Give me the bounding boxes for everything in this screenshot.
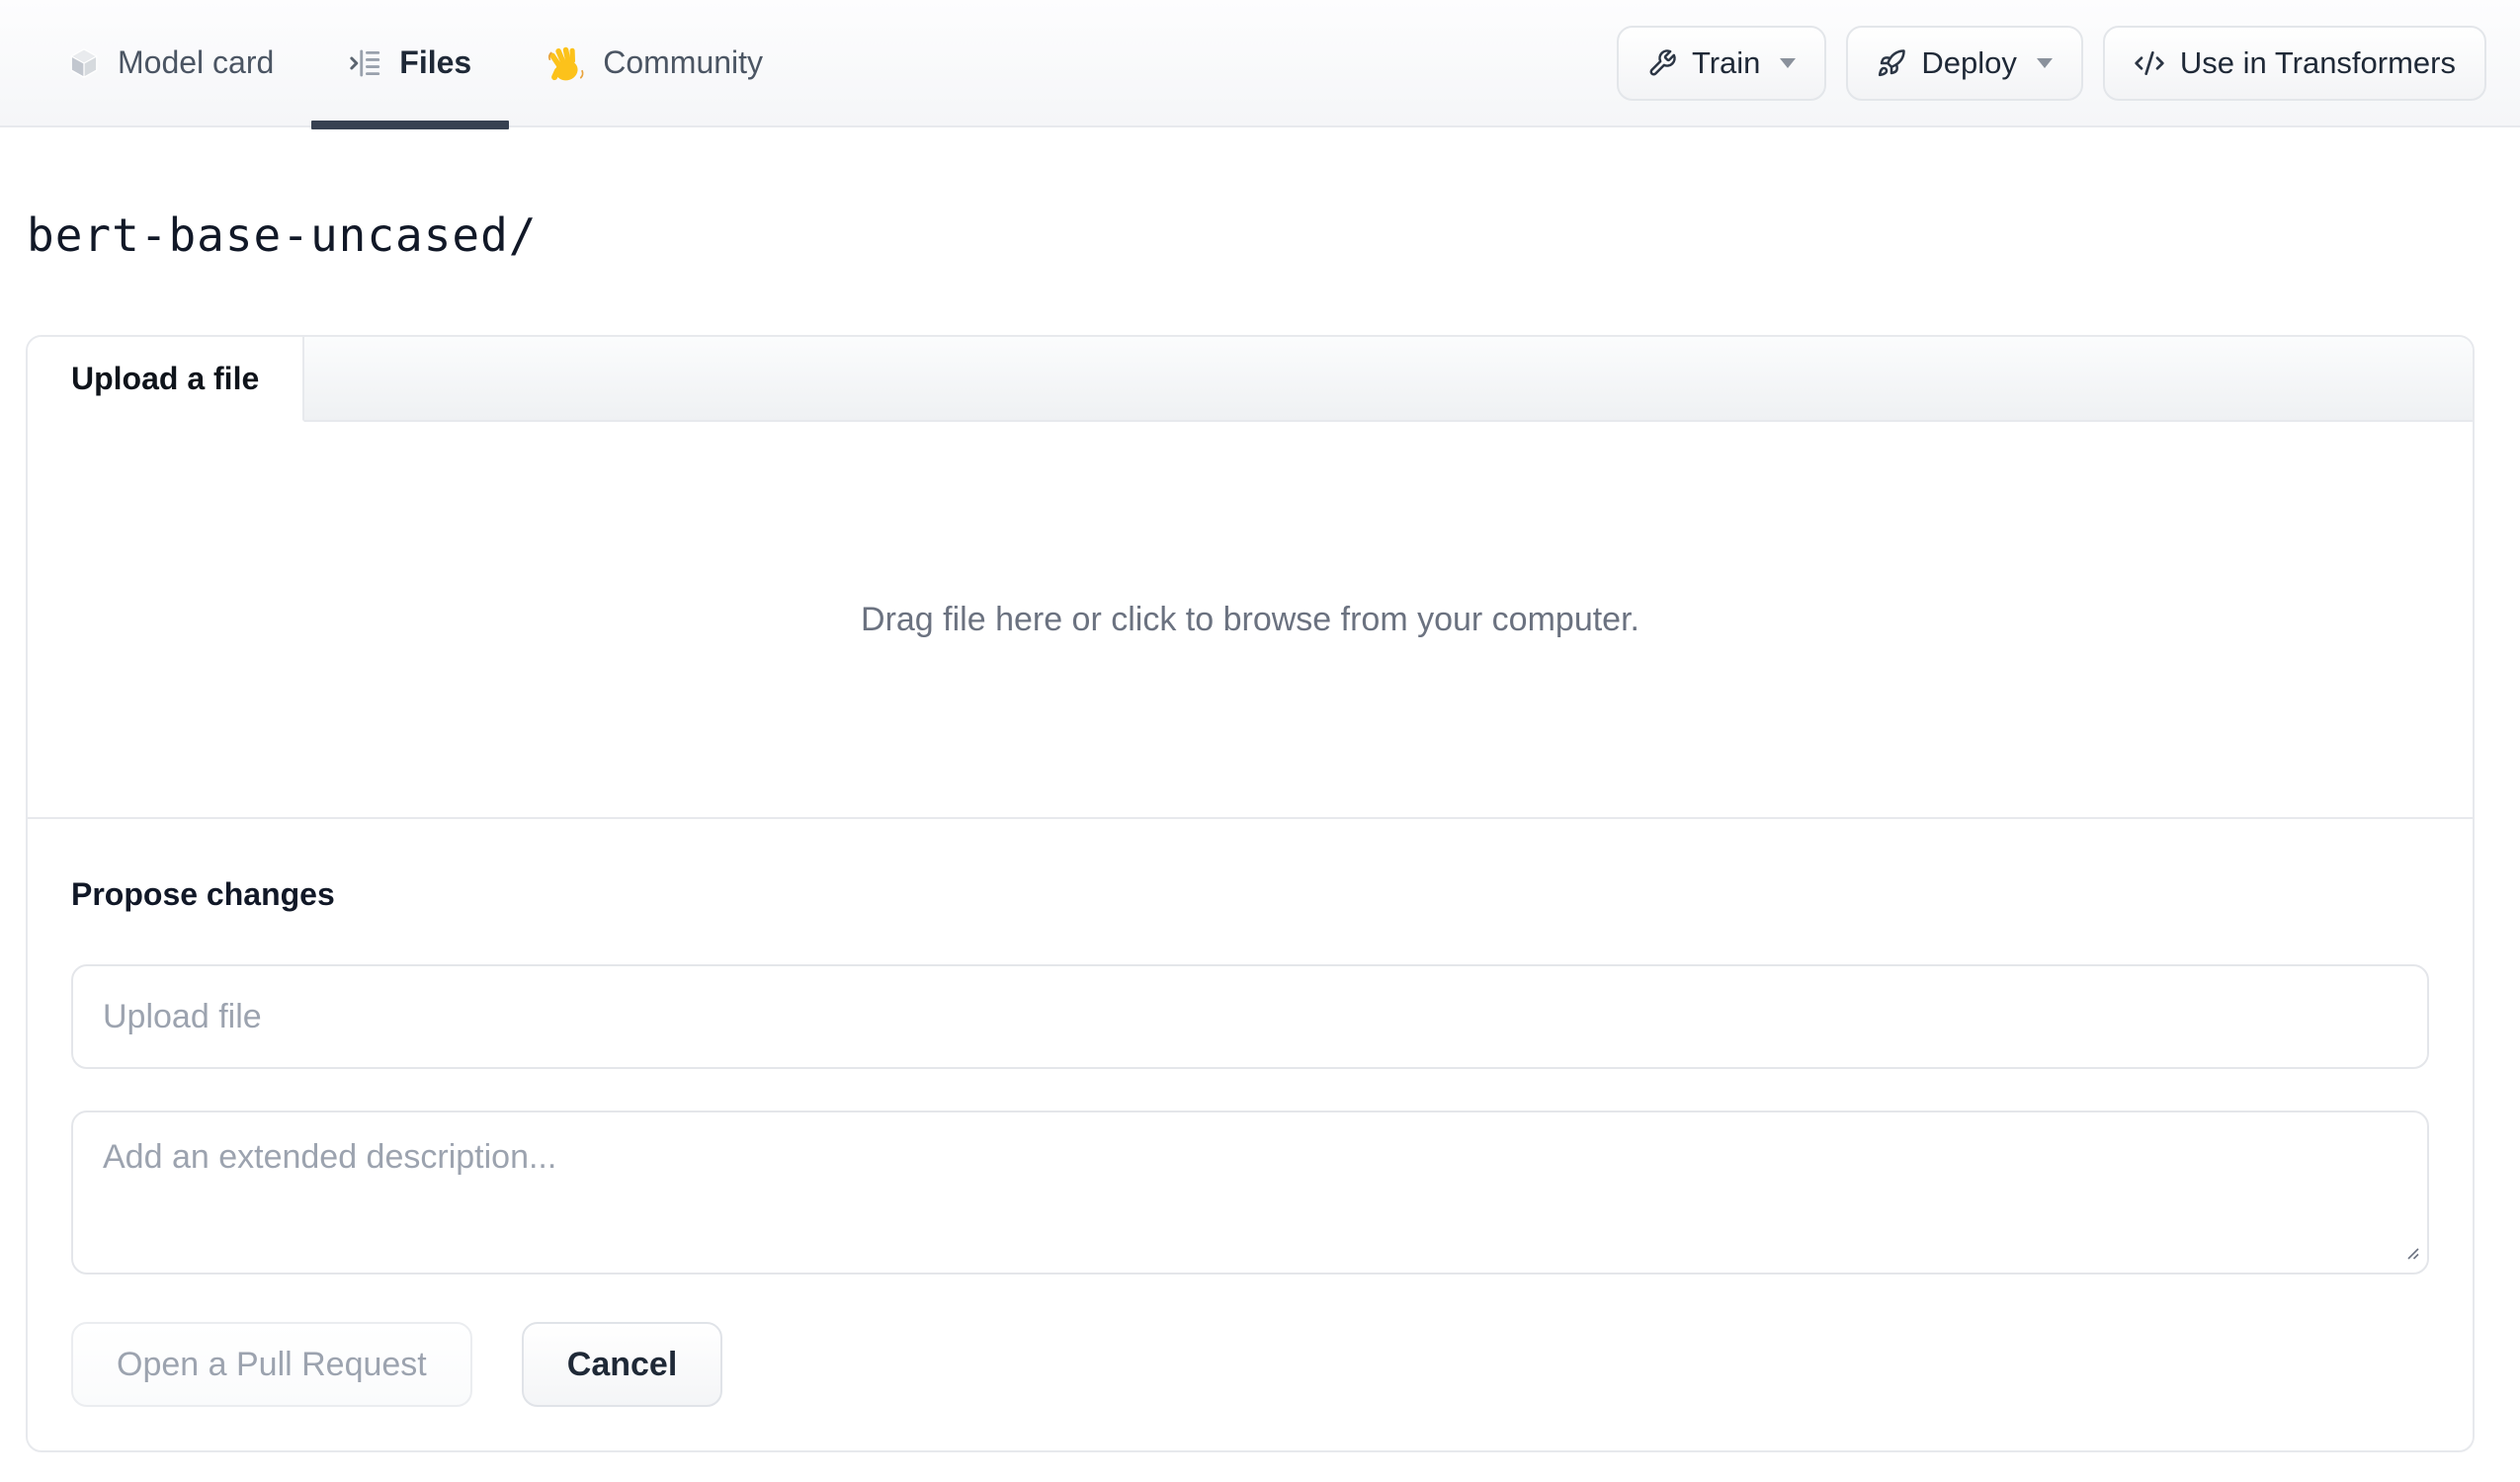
wrench-icon xyxy=(1647,48,1677,78)
train-button-label: Train xyxy=(1691,44,1761,80)
dropzone-text: Drag file here or click to browse from y… xyxy=(861,600,1639,638)
rocket-icon xyxy=(1877,48,1906,78)
propose-actions: Open a Pull Request Cancel xyxy=(71,1322,2429,1407)
textarea-resize-handle[interactable] xyxy=(2401,1242,2421,1267)
tab-model-card[interactable]: Model card xyxy=(30,0,311,125)
active-tab-underline xyxy=(311,121,510,129)
cube-icon xyxy=(67,46,101,80)
propose-changes-heading: Propose changes xyxy=(71,876,335,912)
description-field-wrapper xyxy=(71,1111,2429,1275)
tab-model-card-label: Model card xyxy=(118,44,275,80)
tab-community[interactable]: Community xyxy=(509,0,800,125)
deploy-button[interactable]: Deploy xyxy=(1846,25,2083,101)
header-actions: Train Deploy Use in Transformers xyxy=(1616,0,2486,125)
tab-files[interactable]: Files xyxy=(311,0,510,129)
repo-tabs: Model card Files Community xyxy=(30,0,800,129)
chevron-down-icon xyxy=(2036,57,2053,68)
use-in-transformers-button[interactable]: Use in Transformers xyxy=(2102,25,2486,101)
waving-hand-icon xyxy=(546,43,586,83)
file-versions-icon xyxy=(349,46,382,80)
code-icon xyxy=(2134,47,2165,79)
deploy-button-label: Deploy xyxy=(1921,44,2017,80)
cancel-button[interactable]: Cancel xyxy=(521,1322,723,1407)
open-pull-request-button[interactable]: Open a Pull Request xyxy=(71,1322,472,1407)
upload-card: Upload a file Drag file here or click to… xyxy=(26,335,2475,1452)
file-dropzone[interactable]: Drag file here or click to browse from y… xyxy=(28,422,2473,819)
extended-description-textarea[interactable] xyxy=(71,1111,2429,1275)
repo-tab-bar: Model card Files Community Train Deploy … xyxy=(0,0,2520,129)
upload-file-input[interactable] xyxy=(71,964,2429,1069)
tab-files-label: Files xyxy=(399,44,472,80)
chevron-down-icon xyxy=(1780,57,1797,68)
tab-upload-a-file[interactable]: Upload a file xyxy=(28,337,305,422)
upload-card-tabstrip: Upload a file xyxy=(28,337,2473,422)
breadcrumb[interactable]: bert-base-uncased/ xyxy=(27,208,538,262)
use-in-transformers-label: Use in Transformers xyxy=(2179,44,2456,80)
tab-community-label: Community xyxy=(603,44,764,80)
tab-upload-a-file-label: Upload a file xyxy=(71,360,260,396)
train-button[interactable]: Train xyxy=(1616,25,1827,101)
propose-changes-section: Propose changes Open a Pull Request Canc… xyxy=(28,819,2473,1450)
